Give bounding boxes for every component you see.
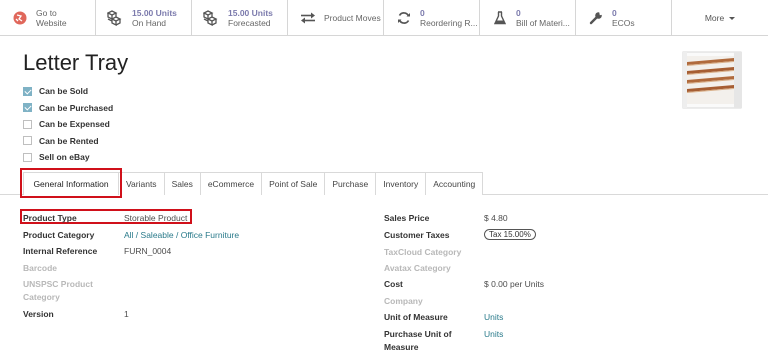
website-label: Website <box>36 18 67 28</box>
unspsc-category-field[interactable] <box>124 279 244 289</box>
letter-tray-image <box>682 51 742 109</box>
purchase-uom-label: Purchase Unit of <box>384 329 452 339</box>
tab-purchase[interactable]: Purchase <box>324 172 377 195</box>
avatax-category-label: Avatax Category <box>384 263 451 273</box>
can-be-sold-row: Can be Sold <box>23 83 113 100</box>
customer-taxes-field[interactable]: Tax 15.00% <box>484 229 536 240</box>
unit-of-measure-label: Unit of Measure <box>384 312 448 322</box>
product-type-select[interactable]: Storable Product <box>124 213 187 223</box>
product-category-link[interactable]: All / Saleable / Office Furniture <box>124 230 239 240</box>
internal-reference-field[interactable]: FURN_0004 <box>124 246 171 256</box>
can-be-expensed-row: Can be Expensed <box>23 116 113 133</box>
bom-label: Bill of Materi... <box>516 18 570 28</box>
on-hand-button[interactable]: 15.00 Units On Hand <box>96 0 192 36</box>
product-moves-label: Product Moves <box>324 13 381 23</box>
purchase-uom-link[interactable]: Units <box>484 329 503 339</box>
version-field[interactable]: 1 <box>124 309 129 319</box>
forecasted-button[interactable]: 15.00 Units Forecasted <box>192 0 288 36</box>
sell-on-ebay-label: Sell on eBay <box>39 152 90 163</box>
avatax-category-field[interactable] <box>484 263 604 273</box>
tab-point-of-sale[interactable]: Point of Sale <box>261 172 326 195</box>
refresh-icon <box>394 8 414 28</box>
company-label: Company <box>384 296 423 306</box>
reordering-rules-button[interactable]: 0 Reordering R... <box>384 0 480 36</box>
forecasted-label: Forecasted <box>228 18 271 28</box>
bom-count: 0 <box>516 8 521 18</box>
on-hand-label: On Hand <box>132 18 167 28</box>
taxcloud-category-field[interactable] <box>484 247 604 257</box>
forecasted-value: 15.00 Units <box>228 8 273 18</box>
tab-ecommerce[interactable]: eCommerce <box>199 172 263 195</box>
can-be-rented-checkbox[interactable] <box>23 136 32 146</box>
go-to-website-button[interactable]: Go to Website <box>0 0 96 36</box>
can-be-purchased-row: Can be Purchased <box>23 100 113 117</box>
highlight-general-information-tab <box>20 168 122 198</box>
wrench-icon <box>586 8 606 28</box>
internal-reference-label: Internal Reference <box>23 246 98 256</box>
can-be-sold-label: Can be Sold <box>39 86 89 97</box>
ecos-button[interactable]: 0 ECOs <box>576 0 672 36</box>
customer-taxes-label: Customer Taxes <box>384 230 450 240</box>
can-be-expensed-label: Can be Expensed <box>39 119 110 130</box>
tab-accounting[interactable]: Accounting <box>425 172 484 195</box>
purchase-uom-label-line2: Measure <box>384 342 419 352</box>
product-moves-button[interactable]: Product Moves <box>288 0 384 36</box>
smart-button-bar: Go to Website 15.00 Units On Hand 15.00 Un… <box>0 0 768 36</box>
tab-sales[interactable]: Sales <box>163 172 201 195</box>
more-button[interactable]: More <box>672 0 768 36</box>
sales-price-field[interactable]: $ 4.80 <box>484 213 508 223</box>
reordering-count: 0 <box>420 8 425 18</box>
product-type-label: Product Type <box>23 213 77 223</box>
barcode-field[interactable] <box>124 263 244 273</box>
reordering-label: Reordering R... <box>420 18 478 28</box>
can-be-purchased-checkbox[interactable] <box>23 103 32 113</box>
cost-value: $ 0.00 <box>484 279 508 289</box>
cubes-icon <box>106 8 126 28</box>
go-to-label: Go to <box>36 8 57 18</box>
product-category-label: Product Category <box>23 230 95 240</box>
unspsc-category-label-line2: Category <box>23 292 60 302</box>
can-be-rented-row: Can be Rented <box>23 133 113 150</box>
bill-of-materials-button[interactable]: 0 Bill of Materi... <box>480 0 576 36</box>
product-flags: Can be Sold Can be Purchased Can be Expe… <box>23 83 113 166</box>
more-label: More <box>704 13 725 23</box>
tab-inventory[interactable]: Inventory <box>375 172 427 195</box>
can-be-sold-checkbox[interactable] <box>23 86 32 96</box>
cost-unit: per Units <box>510 279 545 289</box>
unspsc-category-label: UNSPSC Product <box>23 279 93 289</box>
sales-price-label: Sales Price <box>384 213 430 223</box>
company-field[interactable] <box>484 296 604 306</box>
version-label: Version <box>23 309 54 319</box>
ecos-count: 0 <box>612 8 617 18</box>
tax-tag-badge[interactable]: Tax 15.00% <box>484 229 536 240</box>
cost-field[interactable]: $ 0.00 per Units <box>484 279 544 289</box>
sell-on-ebay-row: Sell on eBay <box>23 149 113 166</box>
ecos-label: ECOs <box>612 18 635 28</box>
exchange-arrows-icon <box>298 8 318 28</box>
tab-variants[interactable]: Variants <box>118 172 165 195</box>
caret-down-icon <box>729 16 736 20</box>
can-be-expensed-checkbox[interactable] <box>23 119 32 129</box>
can-be-purchased-label: Can be Purchased <box>39 102 114 113</box>
barcode-label: Barcode <box>23 263 58 273</box>
globe-icon <box>10 8 30 28</box>
can-be-rented-label: Can be Rented <box>39 135 99 146</box>
taxcloud-category-label: TaxCloud Category <box>384 247 462 257</box>
sell-on-ebay-checkbox[interactable] <box>23 152 32 162</box>
flask-icon <box>490 8 510 28</box>
on-hand-value: 15.00 Units <box>132 8 177 18</box>
cost-label: Cost <box>384 279 403 289</box>
product-name[interactable]: Letter Tray <box>23 50 128 76</box>
product-image[interactable] <box>682 48 744 110</box>
cubes-icon <box>202 8 222 28</box>
unit-of-measure-link[interactable]: Units <box>484 312 503 322</box>
